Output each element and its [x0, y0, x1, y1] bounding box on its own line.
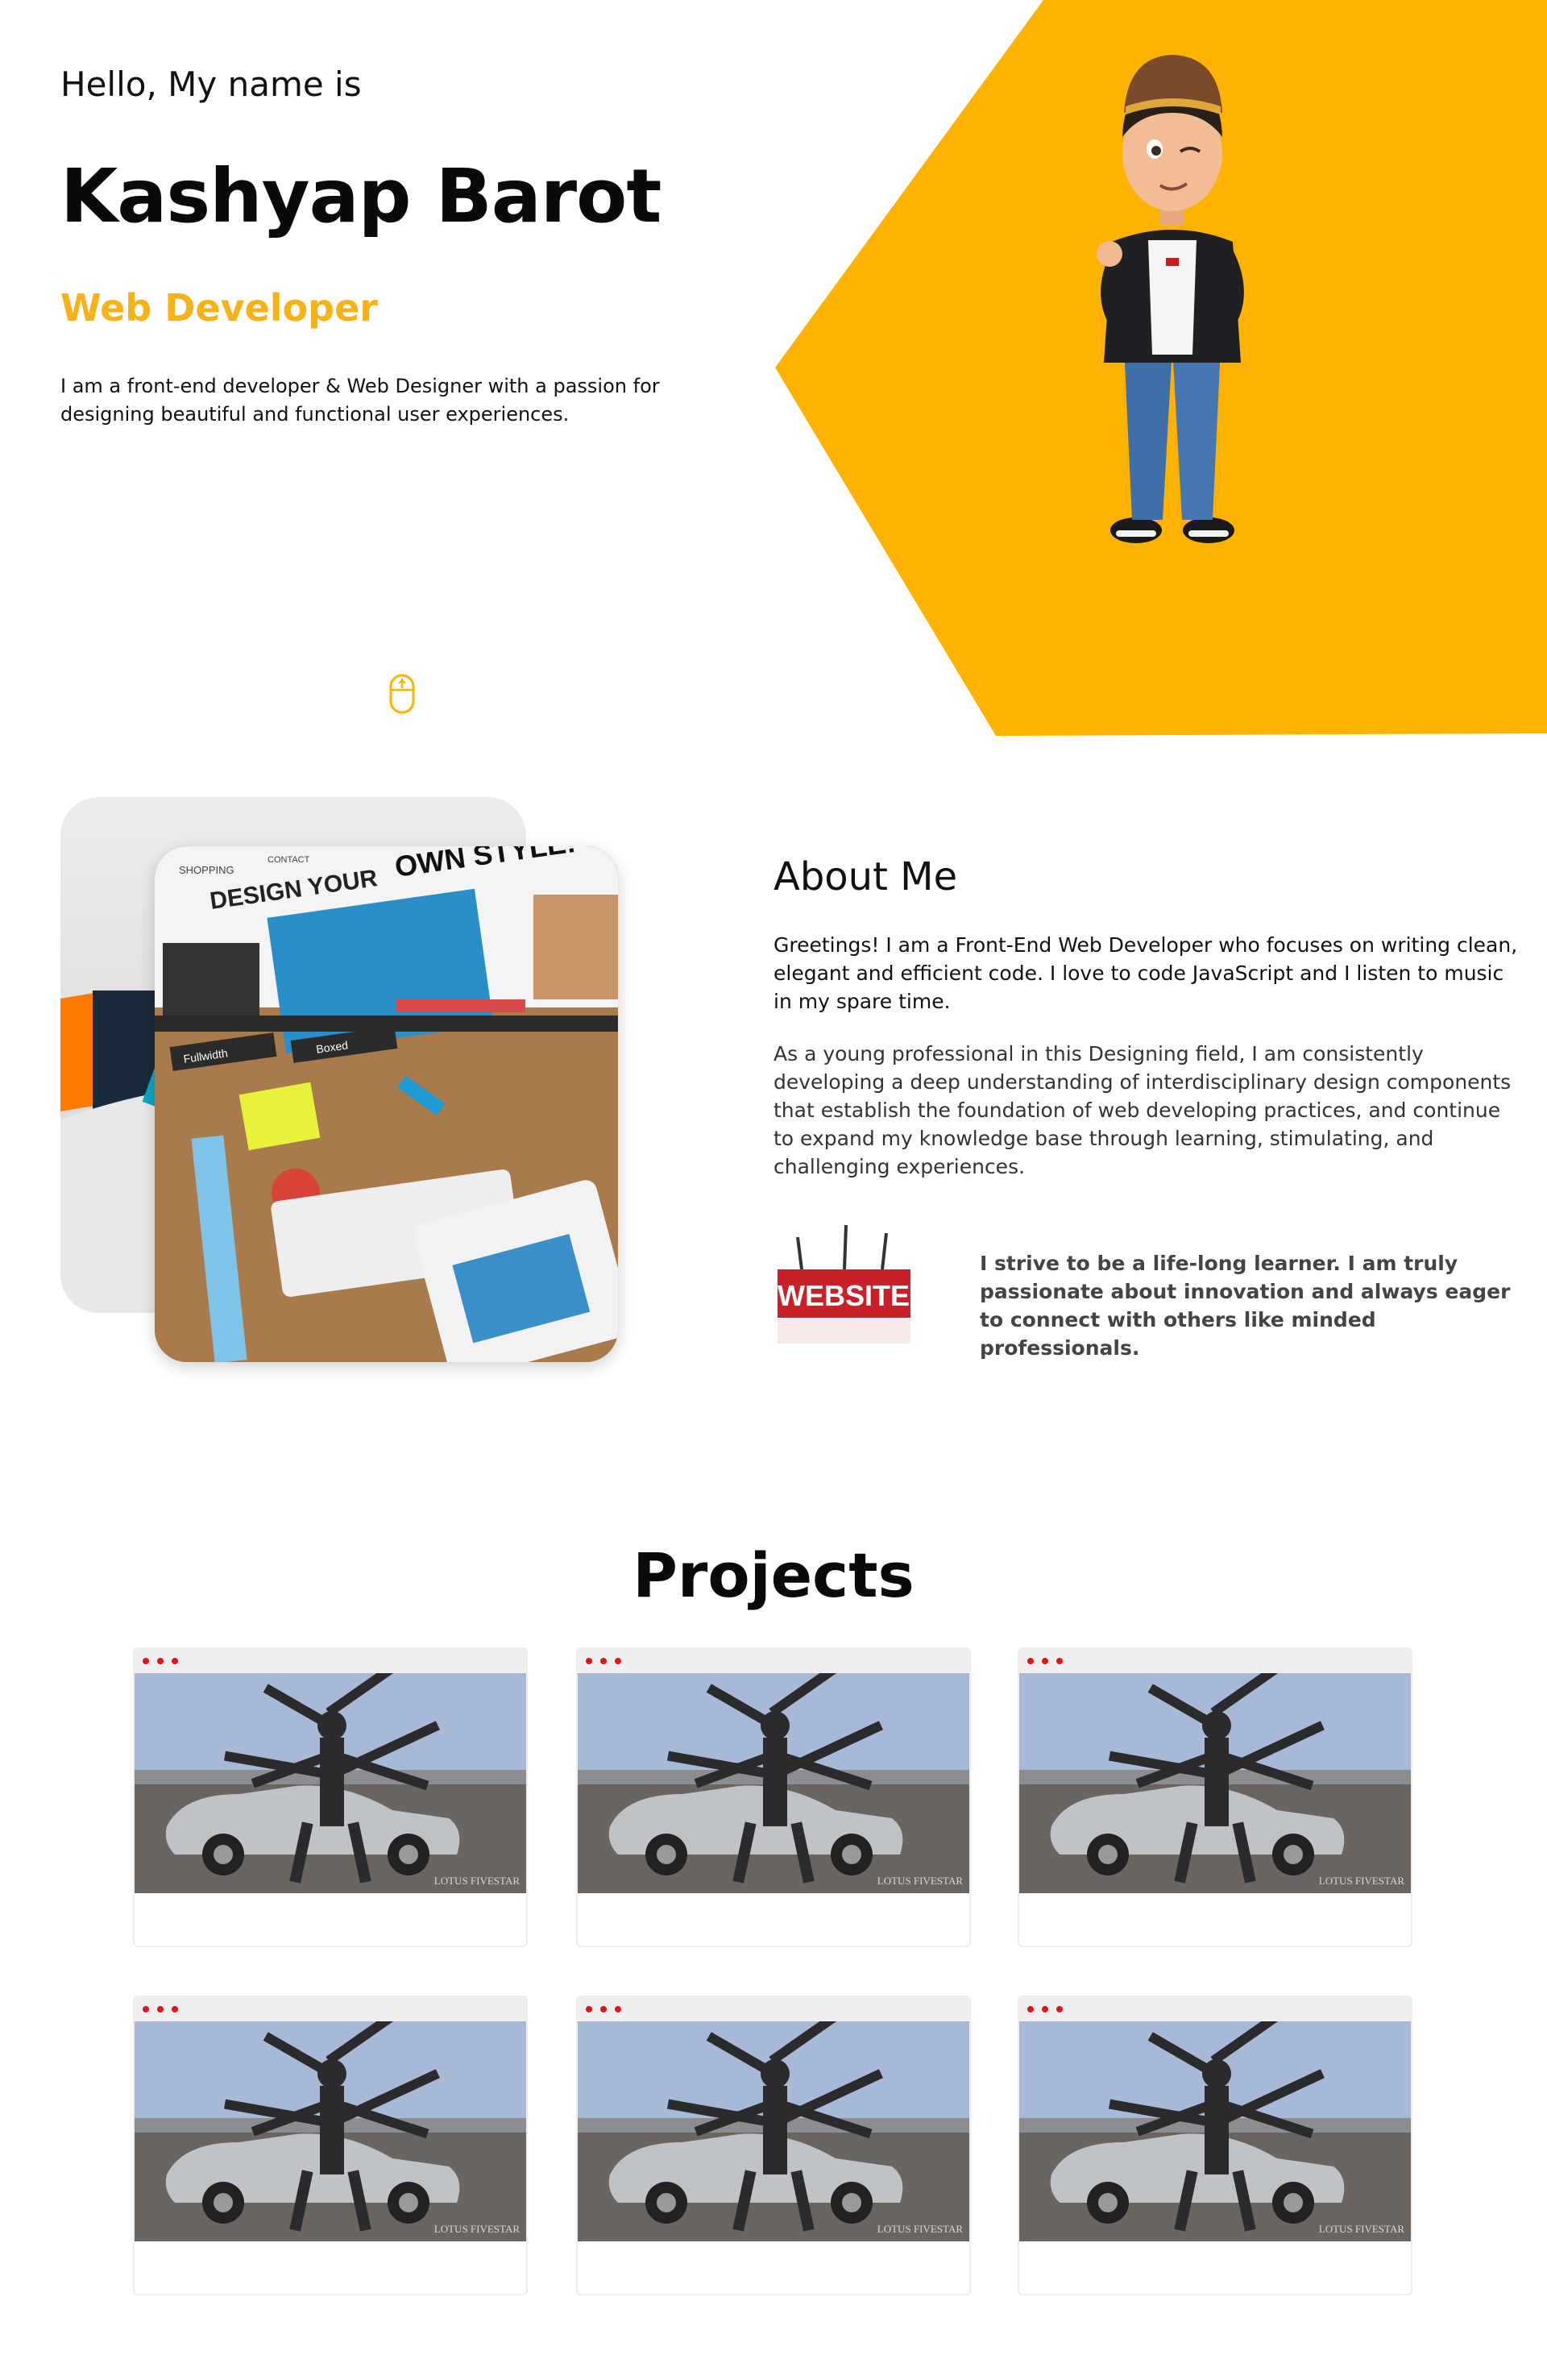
- project-thumbnail[interactable]: LOTUS FIVESTAR: [1019, 1673, 1412, 1893]
- window-dot-icon: [600, 2006, 607, 2012]
- window-dot-icon: [586, 2006, 592, 2012]
- thumbnail-watermark: LOTUS FIVESTAR: [1319, 2223, 1405, 2235]
- website-logo-text: WEBSITE: [778, 1279, 910, 1312]
- browser-bar: [1019, 1997, 1411, 2021]
- project-3-card[interactable]: LOTUS FIVESTAR: [1018, 1647, 1412, 1947]
- window-dot-icon: [615, 1658, 621, 1664]
- window-dot-icon: [1056, 2006, 1063, 2012]
- about-design-image: SHOPPING CONTACT DESIGN YOUR OWN STYLE! …: [155, 846, 618, 1362]
- hero-greeting: Hello, My name is: [60, 64, 362, 104]
- thumbnail-watermark: LOTUS FIVESTAR: [877, 1875, 964, 1887]
- window-dot-icon: [1056, 1658, 1063, 1664]
- window-dot-icon: [1027, 1658, 1034, 1664]
- project-thumbnail[interactable]: LOTUS FIVESTAR: [578, 1673, 971, 1893]
- project-2-card[interactable]: LOTUS FIVESTAR: [576, 1647, 971, 1947]
- project-thumbnail[interactable]: LOTUS FIVESTAR: [1019, 2021, 1412, 2241]
- about-paragraph-2: As a young professional in this Designin…: [774, 1042, 1512, 1178]
- window-dot-icon: [143, 2006, 149, 2012]
- about-paragraph-1: Greetings! I am a Front-End Web Develope…: [774, 933, 1518, 1013]
- window-dot-icon: [586, 1658, 592, 1664]
- thumbnail-watermark: LOTUS FIVESTAR: [434, 1875, 521, 1887]
- window-dot-icon: [1042, 2006, 1048, 2012]
- projects-title: Projects: [632, 1539, 915, 1611]
- project-thumbnail[interactable]: LOTUS FIVESTAR: [135, 2021, 528, 2241]
- about-highlight: I strive to be a life-long learner. I am…: [980, 1252, 1511, 1360]
- window-dot-icon: [600, 1658, 607, 1664]
- project-6-card[interactable]: LOTUS FIVESTAR: [1018, 1996, 1412, 2295]
- window-dot-icon: [615, 2006, 621, 2012]
- hero-intro: I am a front-end developer & Web Designe…: [60, 375, 660, 426]
- hero-section: Hello, My name is Kashyap Barot Web Deve…: [0, 0, 1547, 758]
- project-thumbnail[interactable]: LOTUS FIVESTAR: [578, 2021, 971, 2241]
- hero-name: Kashyap Barot: [60, 153, 662, 239]
- window-dot-icon: [1042, 1658, 1048, 1664]
- image-text-contact: CONTACT: [268, 855, 310, 865]
- project-1-card[interactable]: LOTUS FIVESTAR: [133, 1647, 528, 1947]
- window-dot-icon: [143, 1658, 149, 1664]
- browser-bar: [135, 1649, 526, 1673]
- window-dot-icon: [157, 1658, 164, 1664]
- cartoon-avatar-image: [1097, 55, 1244, 543]
- browser-bar: [135, 1997, 526, 2021]
- thumbnail-watermark: LOTUS FIVESTAR: [877, 2223, 964, 2235]
- project-4-card[interactable]: LOTUS FIVESTAR: [133, 1996, 528, 2295]
- window-dot-icon: [172, 2006, 178, 2012]
- browser-bar: [578, 1649, 969, 1673]
- browser-bar: [1019, 1649, 1411, 1673]
- image-text-shopping: SHOPPING: [179, 864, 234, 876]
- about-heading: About Me: [774, 854, 958, 899]
- thumbnail-watermark: LOTUS FIVESTAR: [434, 2223, 521, 2235]
- project-5-card[interactable]: LOTUS FIVESTAR: [576, 1996, 971, 2295]
- window-dot-icon: [1027, 2006, 1034, 2012]
- thumbnail-watermark: LOTUS FIVESTAR: [1319, 1875, 1405, 1887]
- hero-role: Web Developer: [60, 286, 378, 330]
- window-dot-icon: [172, 1658, 178, 1664]
- project-thumbnail[interactable]: LOTUS FIVESTAR: [135, 1673, 528, 1893]
- mouse-scroll-icon[interactable]: [389, 674, 415, 714]
- browser-bar: [578, 1997, 969, 2021]
- window-dot-icon: [157, 2006, 164, 2012]
- website-logo-image: WEBSITE: [778, 1224, 910, 1344]
